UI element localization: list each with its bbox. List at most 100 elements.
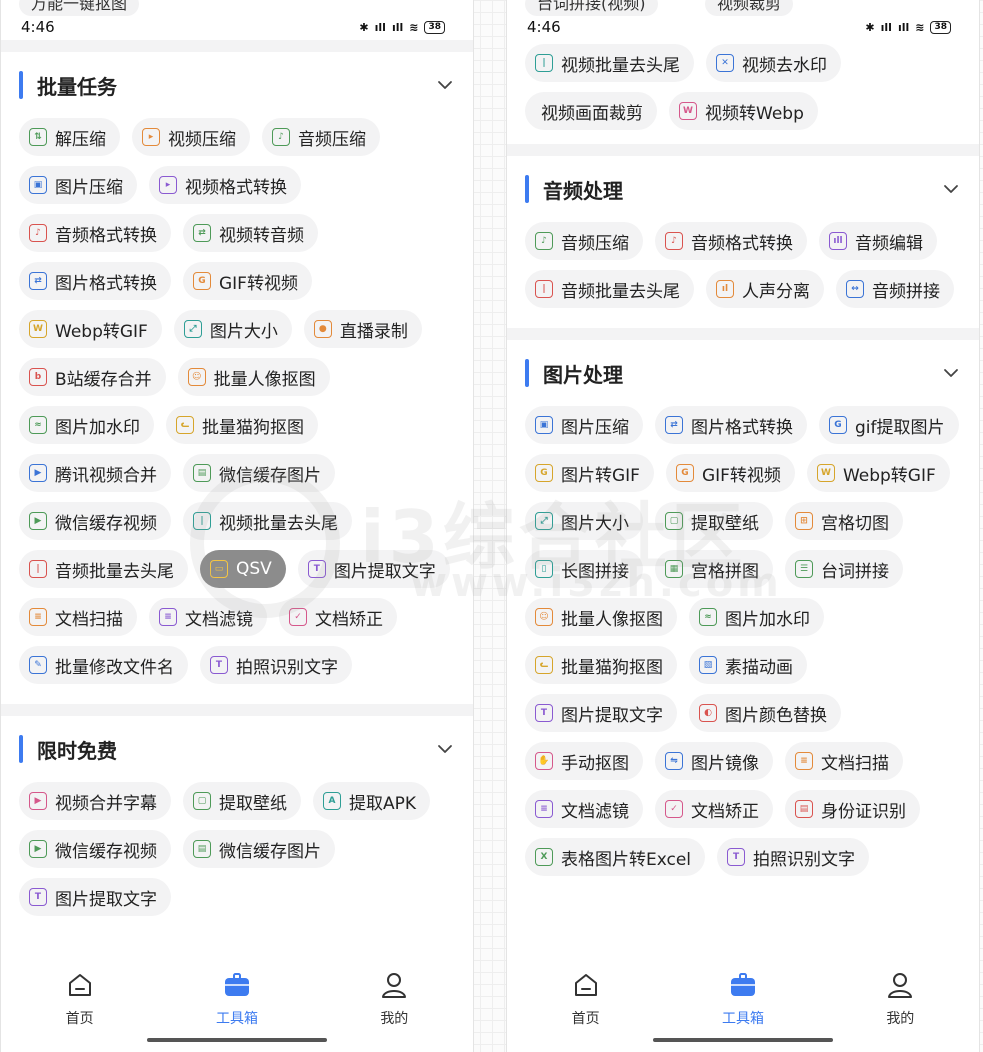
tool-chip[interactable]: ▤ 微信缓存图片 [183, 830, 335, 868]
tool-chip[interactable]: ▢ 提取壁纸 [655, 502, 773, 540]
tool-chip[interactable]: ▤ 身份证识别 [785, 790, 920, 828]
tool-chip[interactable]: ⇋ 图片镜像 [655, 742, 773, 780]
tool-chip[interactable]: ▣ 图片压缩 [525, 406, 643, 444]
tool-chip[interactable]: T 拍照识别文字 [200, 646, 352, 684]
tool-chip[interactable]: | 音频批量去头尾 [525, 270, 694, 308]
chevron-down-icon[interactable] [941, 363, 961, 383]
tab-toolbox[interactable]: 工具箱 [693, 970, 793, 1028]
tool-chip[interactable]: ≡ 文档扫描 [19, 598, 137, 636]
chevron-down-icon[interactable] [435, 75, 455, 95]
tool-chip[interactable]: T 图片提取文字 [297, 550, 450, 588]
tool-chip[interactable]: G 图片转GIF [525, 454, 654, 492]
tab-profile[interactable]: 我的 [850, 970, 950, 1028]
section-accent-bar [19, 71, 23, 99]
tool-chip[interactable]: ▤ 微信缓存图片 [183, 454, 335, 492]
watermark-icon: ≈ [699, 608, 717, 626]
tool-chip[interactable]: ▧ 素描动画 [689, 646, 807, 684]
tool-chip[interactable]: ≡ 文档扫描 [785, 742, 903, 780]
tool-chip[interactable]: ≈ 图片加水印 [689, 598, 824, 636]
tool-chip-label: 手动抠图 [561, 753, 629, 774]
tool-chip[interactable]: ⇄ 图片格式转换 [19, 262, 171, 300]
tool-chip[interactable]: | 视频批量去头尾 [525, 44, 694, 82]
tool-chip[interactable]: ıl 人声分离 [706, 270, 824, 308]
tool-chip[interactable]: ▶ 微信缓存视频 [19, 830, 171, 868]
tool-chip[interactable]: Ggif提取图片 [819, 406, 959, 444]
tool-chip[interactable]: ⤢ 图片大小 [173, 310, 292, 348]
tool-chip[interactable]: ✋ 手动抠图 [525, 742, 643, 780]
chevron-down-icon[interactable] [941, 179, 961, 199]
tool-chip[interactable]: ✓ 文档矫正 [279, 598, 397, 636]
tool-chip[interactable]: | 音频批量去头尾 [19, 550, 188, 588]
tool-chip[interactable]: ▭ QSV [200, 550, 286, 588]
tool-chip[interactable]: ✕ 视频去水印 [706, 44, 841, 82]
tool-chip[interactable]: ⇅ 解压缩 [19, 118, 120, 156]
tool-chip[interactable]: W 视频转Webp [669, 92, 818, 130]
tool-chip[interactable]: T 拍照识别文字 [717, 838, 870, 876]
tool-chip[interactable]: 视频画面裁剪 [525, 92, 657, 130]
bluetooth-icon: ✱ [359, 20, 369, 34]
tab-toolbox[interactable]: 工具箱 [187, 970, 287, 1028]
tool-chip[interactable]: ⤢ 图片大小 [525, 502, 643, 540]
tool-chip[interactable]: ▯ 长图拼接 [525, 550, 643, 588]
tool-chip[interactable]: ≈ 图片加水印 [19, 406, 154, 444]
tool-chip[interactable]: ▸ 视频压缩 [132, 118, 250, 156]
tab-home[interactable]: 首页 [30, 970, 130, 1028]
tab-home[interactable]: 首页 [536, 970, 636, 1028]
section-header[interactable]: 限时免费 [1, 716, 473, 782]
tool-chip[interactable]: ● 直播录制 [303, 310, 422, 348]
video-compress-icon: ▸ [142, 128, 160, 146]
home-icon [65, 970, 95, 1004]
tool-chip[interactable]: X 表格图片转Excel [525, 838, 706, 876]
gif-extract-icon: G [829, 416, 847, 434]
tool-chip[interactable]: ⇄ 图片格式转换 [655, 406, 807, 444]
tool-chip[interactable]: ▶ 视频合并字幕 [19, 782, 171, 820]
tool-chip-label: gif提取图片 [855, 417, 945, 438]
vocal-separate-icon: ıl [716, 280, 734, 298]
tool-chip[interactable]: ☺ 批量人像抠图 [525, 598, 677, 636]
tab-profile[interactable]: 我的 [344, 970, 444, 1028]
tool-chip[interactable]: ☰ 台词拼接 [785, 550, 903, 588]
live-record-icon: ● [313, 320, 332, 338]
bilibili-icon: b [29, 368, 47, 386]
tool-chip[interactable]: ♪ 音频压缩 [262, 118, 380, 156]
toolbox-content[interactable]: | 视频批量去头尾 ✕ 视频去水印视频画面裁剪 W 视频转Webp 音频处理 ♪ 音频压缩 ♪ 音… [507, 40, 979, 960]
tool-chip[interactable]: ▦ 宫格拼图 [655, 550, 773, 588]
tool-chip[interactable]: T 图片提取文字 [19, 878, 171, 916]
tool-chip[interactable]: G GIF转视频 [183, 262, 312, 300]
tool-chip[interactable]: ≡ 文档滤镜 [525, 790, 643, 828]
tool-chip[interactable]: ♪ 音频压缩 [525, 222, 643, 260]
tool-chip-label: 音频压缩 [298, 129, 366, 150]
section-header[interactable]: 批量任务 [1, 52, 473, 118]
tool-chip[interactable]: ▶ 微信缓存视频 [19, 502, 171, 540]
tool-chip[interactable]: ᓚ 批量猫狗抠图 [166, 406, 318, 444]
tool-chip[interactable]: ✎ 批量修改文件名 [19, 646, 188, 684]
tool-chip[interactable]: ♪ 音频格式转换 [19, 214, 171, 252]
tool-chip[interactable]: ≡ 文档滤镜 [149, 598, 267, 636]
tool-chip[interactable]: ⊞ 宫格切图 [785, 502, 903, 540]
tool-chip[interactable]: ▶ 腾讯视频合并 [19, 454, 171, 492]
tool-chip[interactable]: T 图片提取文字 [525, 694, 677, 732]
status-time: 4:46 [527, 18, 561, 36]
tool-chip[interactable]: b B站缓存合并 [19, 358, 166, 396]
tool-chip[interactable]: ◐ 图片颜色替换 [689, 694, 841, 732]
tool-chip[interactable]: ▢ 提取壁纸 [183, 782, 301, 820]
section-header[interactable]: 音频处理 [507, 156, 979, 222]
tool-chip[interactable]: A 提取APK [313, 782, 431, 820]
tool-chip[interactable]: ᓚ 批量猫狗抠图 [525, 646, 677, 684]
tool-chip[interactable]: ↔ 音频拼接 [836, 270, 954, 308]
toolbox-content[interactable]: 批量任务 ⇅ 解压缩 ▸ 视频压缩 ♪ 音频压缩 ▣ 图片压缩 ▸ 视频格式转换 ♪ 音频格式转换 ⇄ 视频… [1, 40, 473, 960]
tool-chip[interactable]: ☺ 批量人像抠图 [177, 358, 330, 396]
section-header[interactable]: 图片处理 [507, 340, 979, 406]
tool-chip[interactable]: | 视频批量去头尾 [183, 502, 352, 540]
status-icons: ✱ ıll ıll ≋ 38 [359, 20, 445, 34]
tool-chip[interactable]: G GIF转视频 [665, 454, 795, 492]
tool-chip[interactable]: ıll 音频编辑 [819, 222, 937, 260]
tool-chip[interactable]: ▸ 视频格式转换 [149, 166, 301, 204]
tool-chip[interactable]: ✓ 文档矫正 [655, 790, 773, 828]
chevron-down-icon[interactable] [435, 739, 455, 759]
tool-chip[interactable]: ♪ 音频格式转换 [655, 222, 807, 260]
tool-chip[interactable]: ▣ 图片压缩 [19, 166, 137, 204]
tool-chip[interactable]: W Webp转GIF [806, 454, 950, 492]
tool-chip[interactable]: W Webp转GIF [19, 310, 162, 348]
tool-chip[interactable]: ⇄ 视频转音频 [183, 214, 318, 252]
